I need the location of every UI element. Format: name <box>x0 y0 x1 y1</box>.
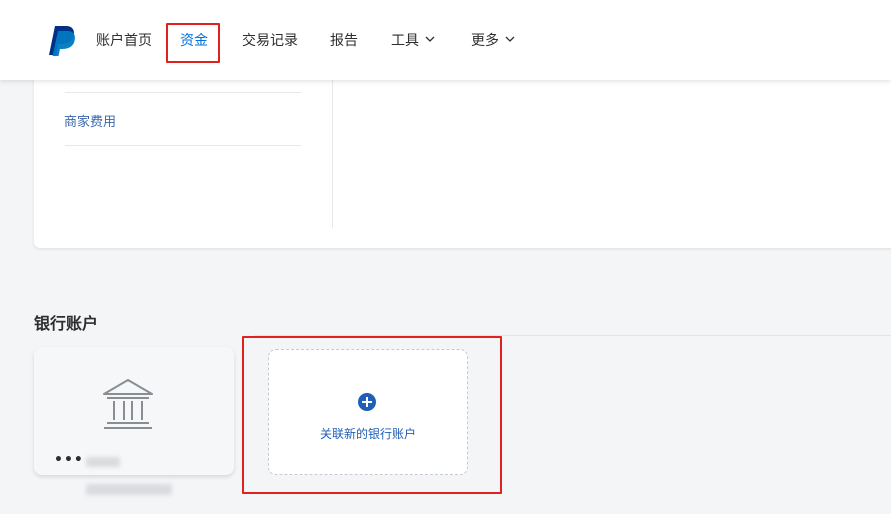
nav-transactions[interactable]: 交易记录 <box>242 33 298 49</box>
nav-more-label: 更多 <box>471 33 499 49</box>
top-navigation: 账户首页 资金 交易记录 报告 工具 更多 <box>0 0 891 80</box>
section-divider <box>255 335 891 336</box>
bank-accounts-title: 银行账户 <box>34 314 99 333</box>
masked-account-number: ••• <box>54 452 84 468</box>
nav-tools[interactable]: 工具 <box>391 33 435 49</box>
bank-icon <box>103 379 153 429</box>
paypal-logo[interactable] <box>46 25 76 57</box>
link-new-bank-button[interactable]: 关联新的银行账户 <box>268 349 468 475</box>
divider <box>65 92 301 93</box>
divider <box>65 145 301 146</box>
link-new-bank-label: 关联新的银行账户 <box>319 427 416 441</box>
plus-circle-icon <box>358 393 376 411</box>
funds-card: 商家费用 <box>34 70 891 248</box>
nav-account-home[interactable]: 账户首页 <box>96 33 152 49</box>
nav-tools-label: 工具 <box>391 33 419 49</box>
nav-funds[interactable]: 资金 <box>180 33 208 49</box>
nav-more[interactable]: 更多 <box>471 33 515 49</box>
bank-account-card[interactable]: ••• <box>34 347 234 475</box>
chevron-down-icon <box>505 36 515 42</box>
nav-reports[interactable]: 报告 <box>330 33 358 49</box>
merchant-fees-link[interactable]: 商家费用 <box>64 111 116 130</box>
redacted-account-digits <box>86 457 120 467</box>
chevron-down-icon <box>425 36 435 42</box>
redacted-bank-name <box>86 484 172 495</box>
vertical-divider <box>332 80 333 228</box>
